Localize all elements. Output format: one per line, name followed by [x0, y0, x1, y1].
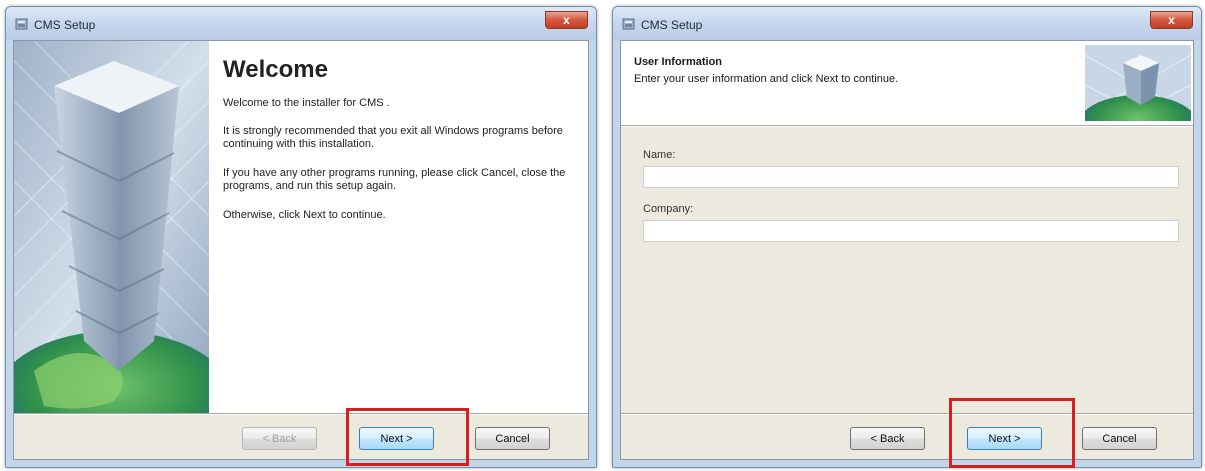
close-icon: x [563, 13, 570, 27]
intro-text: Welcome to the installer for CMS . [223, 97, 390, 109]
name-label: Name: [643, 149, 676, 161]
close-icon: x [1168, 13, 1175, 27]
next-button-highlight [346, 408, 469, 466]
user-info-window: CMS Setup x User Information Enter your … [612, 6, 1202, 468]
dialog-body: User Information Enter your user informa… [620, 40, 1194, 460]
header-divider [621, 125, 1193, 127]
dialog-body: Welcome Welcome to the installer for CMS… [13, 40, 589, 460]
company-field[interactable] [643, 220, 1179, 242]
button-divider [621, 413, 1193, 415]
cancel-button[interactable]: Cancel [475, 427, 550, 450]
button-divider [14, 413, 588, 415]
title-bar[interactable]: CMS Setup x [613, 7, 1201, 40]
page-title: User Information [634, 56, 723, 68]
page-subtitle: Enter your user information and click Ne… [634, 73, 899, 85]
back-button[interactable]: < Back [850, 427, 925, 450]
next-button-highlight [949, 398, 1075, 468]
name-field[interactable] [643, 166, 1179, 188]
continue-instruction-text: Otherwise, click Next to continue. [223, 209, 386, 221]
title-bar[interactable]: CMS Setup x [6, 7, 596, 40]
setup-app-icon [622, 18, 635, 30]
setup-app-icon [15, 18, 28, 30]
page-title: Welcome [223, 56, 328, 83]
header-illustration [1085, 45, 1191, 121]
window-title: CMS Setup [641, 18, 703, 32]
company-label: Company: [643, 203, 694, 215]
tower-graphic [14, 41, 209, 413]
cancel-button[interactable]: Cancel [1082, 427, 1157, 450]
close-button[interactable]: x [1150, 11, 1193, 29]
recommendation-text: It is strongly recommended that you exit… [223, 125, 563, 150]
tower-illustration [14, 41, 209, 413]
window-title: CMS Setup [34, 18, 96, 32]
cancel-instruction-text: If you have any other programs running, … [223, 167, 566, 192]
header-band: User Information Enter your user informa… [621, 41, 1193, 125]
welcome-window: CMS Setup x Welcome Welcome to the insta… [5, 6, 597, 468]
back-button[interactable]: < Back [242, 427, 317, 450]
close-button[interactable]: x [545, 11, 588, 29]
globe-graphic [1085, 45, 1191, 121]
welcome-content: Welcome Welcome to the installer for CMS… [209, 41, 588, 413]
